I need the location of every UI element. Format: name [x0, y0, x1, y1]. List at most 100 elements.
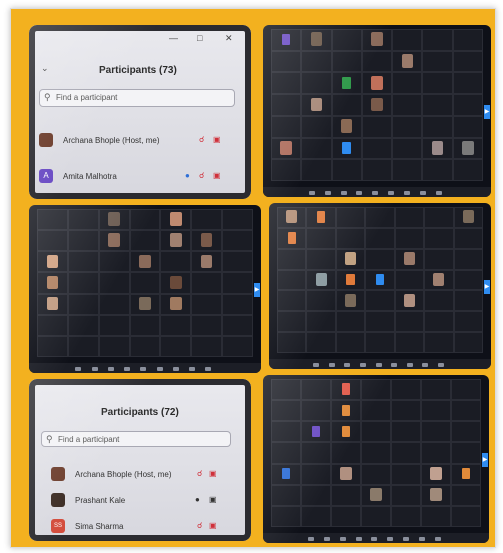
toolbar-button-icon[interactable] — [107, 367, 114, 371]
toolbar-button-icon[interactable] — [436, 191, 443, 195]
participant-row[interactable]: Prashant Kale ● ▣ — [29, 493, 251, 513]
video-tile — [361, 484, 391, 506]
mic-off-icon[interactable]: ☌ — [197, 469, 202, 478]
video-tile — [222, 293, 253, 315]
video-tile — [391, 400, 421, 422]
toolbar-button-icon[interactable] — [388, 191, 395, 195]
toolbar-button-icon[interactable] — [189, 367, 196, 371]
video-tile — [98, 314, 130, 336]
participant-row[interactable]: Archana Bhople (Host, me) ☌ ▣ — [29, 467, 251, 487]
toolbar-button-icon[interactable] — [328, 363, 335, 367]
minimize-icon[interactable]: — — [169, 33, 178, 43]
mic-icon[interactable]: ● — [185, 171, 190, 180]
video-tile — [67, 293, 99, 315]
next-page-icon[interactable]: ▶ — [482, 453, 488, 467]
next-page-icon[interactable]: ▶ — [484, 105, 490, 119]
toolbar-button-icon[interactable] — [403, 537, 410, 541]
toolbar-button-icon[interactable] — [91, 367, 98, 371]
video-off-icon[interactable]: ▣ — [209, 521, 217, 530]
toolbar-button-icon[interactable] — [313, 363, 320, 367]
video-tile — [394, 248, 425, 270]
toolbar-button-icon[interactable] — [172, 367, 179, 371]
video-tile — [98, 230, 130, 252]
video-tile — [331, 400, 361, 422]
toolbar-button-icon[interactable] — [308, 537, 315, 541]
next-page-icon[interactable]: ▶ — [484, 280, 490, 294]
toolbar-button-icon[interactable] — [434, 537, 441, 541]
video-off-icon[interactable]: ▣ — [213, 135, 221, 144]
video-tile — [331, 29, 362, 51]
video-feed — [280, 140, 292, 155]
video-tile — [301, 421, 331, 443]
video-tile — [331, 159, 362, 181]
search-input[interactable]: ⚲ Find a participant — [39, 89, 235, 107]
toolbar-button-icon[interactable] — [375, 363, 382, 367]
video-tile — [424, 207, 454, 228]
toolbar-button-icon[interactable] — [324, 537, 331, 541]
toolbar-button-icon[interactable] — [360, 363, 367, 367]
participant-row[interactable]: A Amita Malhotra ● ☌ ▣ — [29, 169, 251, 189]
video-tile — [129, 335, 161, 357]
mic-off-icon[interactable]: ☌ — [197, 521, 202, 530]
avatar — [51, 493, 65, 507]
participant-row[interactable]: SS Sima Sharma ☌ ▣ — [29, 519, 251, 539]
toolbar-button-icon[interactable] — [406, 363, 413, 367]
toolbar-button-icon[interactable] — [356, 191, 363, 195]
letter-avatar — [281, 468, 291, 480]
toolbar-button-icon[interactable] — [124, 367, 131, 371]
video-tile — [129, 293, 161, 315]
toolbar-button-icon[interactable] — [391, 363, 398, 367]
video-tile — [331, 484, 361, 506]
toolbar-button-icon[interactable] — [156, 367, 163, 371]
mic-off-icon[interactable]: ☌ — [199, 135, 204, 144]
toolbar-button-icon[interactable] — [140, 367, 147, 371]
next-page-icon[interactable]: ▶ — [254, 283, 260, 297]
toolbar-button-icon[interactable] — [437, 363, 444, 367]
toolbar-button-icon[interactable] — [371, 537, 378, 541]
toolbar-button-icon[interactable] — [340, 191, 347, 195]
video-tile — [67, 272, 99, 294]
video-tile — [160, 230, 192, 252]
toolbar-button-icon[interactable] — [372, 191, 379, 195]
video-feed — [200, 254, 213, 268]
video-tile — [422, 137, 453, 160]
video-feed — [315, 272, 327, 286]
video-off-icon[interactable]: ▣ — [213, 171, 221, 180]
maximize-icon[interactable]: □ — [197, 33, 202, 43]
video-tile — [335, 290, 366, 312]
toolbar-button-icon[interactable] — [422, 363, 429, 367]
participants-panel-photo-bottom: Participants (72) ⚲ Find a participant A… — [29, 379, 251, 541]
toolbar-button-icon[interactable] — [75, 367, 82, 371]
video-tile — [271, 137, 302, 160]
toolbar-button-icon[interactable] — [404, 191, 411, 195]
video-tile — [394, 311, 425, 333]
search-input[interactable]: ⚲ Find a participant — [41, 431, 231, 447]
toolbar-button-icon[interactable] — [205, 367, 212, 371]
video-tile — [335, 311, 366, 333]
toolbar-button-icon[interactable] — [308, 191, 315, 195]
participant-row[interactable]: Archana Bhople (Host, me) ☌ ▣ — [29, 133, 251, 153]
video-tile — [331, 137, 362, 160]
close-icon[interactable]: ✕ — [225, 33, 233, 44]
toolbar-button-icon[interactable] — [418, 537, 425, 541]
video-tile — [361, 94, 393, 116]
video-icon[interactable]: ▣ — [209, 495, 217, 504]
toolbar-button-icon[interactable] — [339, 537, 346, 541]
toolbar-button-icon[interactable] — [355, 537, 362, 541]
letter-avatar — [375, 273, 385, 286]
video-tile — [392, 94, 423, 116]
mic-icon[interactable]: ● — [195, 495, 200, 504]
chevron-down-icon[interactable]: ⌄ — [41, 63, 49, 74]
video-feed — [371, 32, 383, 47]
video-tile — [160, 314, 192, 336]
mic-off-icon[interactable]: ☌ — [199, 171, 204, 180]
video-tile — [271, 50, 302, 73]
video-tile — [451, 484, 481, 506]
video-off-icon[interactable]: ▣ — [209, 469, 217, 478]
video-tile — [67, 314, 99, 336]
toolbar-button-icon[interactable] — [420, 191, 427, 195]
toolbar-button-icon[interactable] — [324, 191, 331, 195]
video-tile — [365, 207, 395, 228]
toolbar-button-icon[interactable] — [344, 363, 351, 367]
toolbar-button-icon[interactable] — [387, 537, 394, 541]
